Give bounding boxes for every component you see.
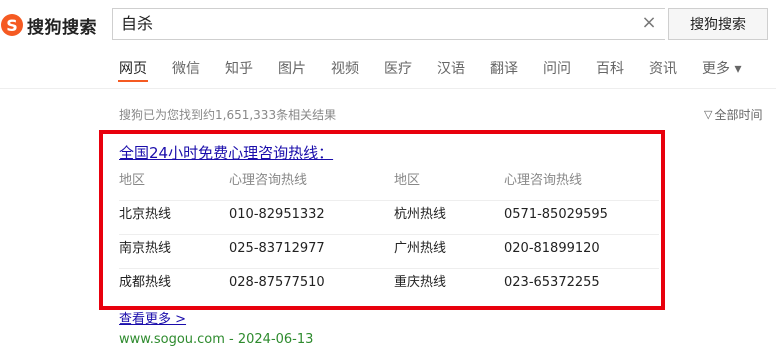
logo-mark: S	[1, 14, 23, 36]
search-button[interactable]: 搜狗搜索	[668, 8, 768, 40]
logo-text: 搜狗搜索	[27, 17, 97, 38]
region-cell: 广州热线	[394, 241, 447, 256]
search-query-text[interactable]: 自杀	[121, 9, 153, 39]
sogou-logo[interactable]: S 搜狗搜索	[0, 10, 97, 40]
region-cell: 南京热线	[119, 241, 172, 256]
result-count: 搜狗已为您找到约1,651,333条相关结果	[119, 108, 337, 122]
tab-images[interactable]: 图片	[278, 58, 306, 78]
phone-cell: 023-65372255	[504, 275, 600, 290]
phone-cell: 020-81899120	[504, 241, 600, 256]
source-url[interactable]: www.sogou.com - 2024-06-13	[119, 332, 313, 347]
tab-zhihu[interactable]: 知乎	[225, 58, 253, 78]
nav-divider	[0, 88, 776, 89]
tab-web[interactable]: 网页	[118, 58, 148, 82]
region-cell: 成都热线	[119, 275, 172, 290]
phone-cell: 028-87577510	[229, 275, 325, 290]
tab-news[interactable]: 资讯	[649, 58, 677, 78]
tab-more[interactable]: 更多 ▾	[702, 58, 741, 78]
table-row: 南京热线 025-83712977 广州热线 020-81899120	[119, 234, 659, 269]
table-header-row: 地区 心理咨询热线 地区 心理咨询热线	[119, 166, 659, 201]
active-tab-indicator	[118, 80, 148, 82]
header-cell: 心理咨询热线	[229, 173, 308, 188]
tab-weixin[interactable]: 微信	[172, 58, 200, 78]
time-filter[interactable]: ▽ 全部时间	[704, 106, 762, 123]
region-cell: 重庆热线	[394, 275, 447, 290]
tab-translate[interactable]: 翻译	[490, 58, 518, 78]
tab-wenwen[interactable]: 问问	[543, 58, 571, 78]
phone-cell: 025-83712977	[229, 241, 325, 256]
tab-hanyu[interactable]: 汉语	[437, 58, 465, 78]
table-row: 北京热线 010-82951332 杭州热线 0571-85029595	[119, 200, 659, 235]
filter-icon: ▽	[704, 108, 713, 121]
region-cell: 北京热线	[119, 207, 172, 222]
search-input[interactable]: 自杀	[112, 8, 665, 40]
header-cell: 心理咨询热线	[504, 173, 583, 188]
clear-icon[interactable]: ×	[640, 14, 658, 32]
header-cell: 地区	[119, 173, 146, 188]
header-cell: 地区	[394, 173, 421, 188]
tab-label: 网页	[119, 61, 147, 77]
tab-baike[interactable]: 百科	[596, 58, 624, 78]
region-cell: 杭州热线	[394, 207, 447, 222]
result-title-link[interactable]: 全国24小时免费心理咨询热线：	[119, 142, 333, 163]
tab-medical[interactable]: 医疗	[384, 58, 412, 78]
time-filter-label: 全部时间	[714, 108, 763, 122]
tab-video[interactable]: 视频	[331, 58, 359, 78]
table-row: 成都热线 028-87577510 重庆热线 023-65372255	[119, 268, 659, 302]
phone-cell: 010-82951332	[229, 207, 325, 222]
see-more-link[interactable]: 查看更多 >	[119, 308, 186, 327]
phone-cell: 0571-85029595	[504, 207, 608, 222]
